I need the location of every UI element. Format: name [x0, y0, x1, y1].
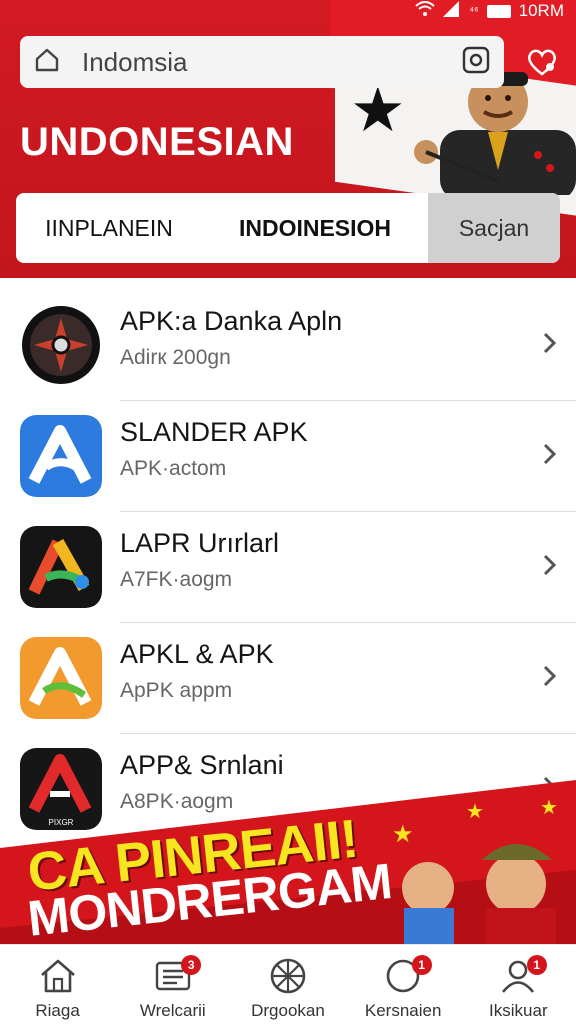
tab-indoinesioh[interactable]: INDOINESIOH [202, 193, 428, 263]
header: ★ ⁴⁶ 10RM Indomsia UNDONESIAN IINPLANEIN… [0, 0, 576, 278]
star-icon: ★ [466, 799, 484, 823]
tab-bar: IINPLANEIN INDOINESIOH Sacjan [16, 193, 560, 263]
nav-label: Drgookan [251, 1001, 325, 1020]
notification-badge: 1 [526, 955, 547, 975]
search-input[interactable]: Indomsia [82, 47, 462, 78]
notification-badge: 3 [181, 955, 202, 975]
nav-label: Riaga [35, 1001, 80, 1020]
nav-item-wrelcarii[interactable]: 3 Wrelcarii [115, 945, 230, 1024]
star-icon: ★ [540, 795, 558, 819]
nav-item-kersnaien[interactable]: 1 Kersnaien [346, 945, 461, 1024]
list-item[interactable]: LAPR Urırlarl A7FK·aogm [0, 512, 576, 623]
app-subtitle: Adirк 200gn [120, 346, 231, 369]
signal-label: ⁴⁶ [469, 5, 479, 17]
app-name: LAPR Urırlarl [120, 528, 280, 558]
home-icon [40, 959, 75, 993]
app-subtitle: A7FK·aogm [120, 568, 233, 591]
nav-label: Kersnaien [364, 1001, 442, 1020]
home-outline-icon [34, 47, 60, 78]
nav-item-iksikuar[interactable]: 1 Iksikuar [461, 945, 576, 1024]
chevron-right-icon [543, 554, 557, 576]
app-name: APKL & APK [120, 639, 274, 669]
favorite-button[interactable] [518, 40, 566, 84]
wifi-icon [415, 0, 436, 22]
clock: 10RM [518, 1, 564, 20]
chevron-right-icon [543, 665, 557, 687]
nav-item-drgookan[interactable]: Drgookan [230, 945, 345, 1024]
wheel-icon [270, 958, 306, 994]
app-name: APP& Srnlani [120, 750, 284, 780]
rainbow-a-icon [20, 526, 102, 608]
status-bar: ⁴⁶ 10RM [415, 0, 564, 22]
app-name: SLANDER APK [120, 417, 308, 447]
signal-icon [443, 0, 461, 22]
page-title: UNDONESIAN [20, 120, 294, 164]
battery-icon [486, 4, 511, 18]
nav-label: Iksikuar [489, 1001, 548, 1020]
heart-icon [528, 49, 556, 76]
list-item[interactable]: SLANDER APK APK·actom [0, 401, 576, 512]
list-item[interactable]: APKL & APK ApPK appm [0, 623, 576, 734]
compass-badge-icon [20, 304, 102, 386]
nav-label: Wrelcarii [139, 1001, 206, 1020]
camera-icon[interactable] [462, 46, 490, 79]
bottom-nav: Riaga 3 Wrelcarii Drgookan 1 Kersnaien 1… [0, 944, 576, 1024]
star-icon: ★ [350, 76, 406, 145]
tab-inplanein[interactable]: IINPLANEIN [16, 193, 202, 263]
app-list: APK:a Danka Apln Adirк 200gn SLANDER APK… [0, 290, 576, 845]
chevron-right-icon [543, 443, 557, 465]
app-subtitle: ApPK appm [120, 679, 233, 702]
search-bar[interactable]: Indomsia [20, 36, 504, 88]
app-subtitle: APK·actom [120, 457, 227, 480]
notification-badge: 1 [411, 955, 432, 975]
app-name: APK:a Danka Apln [120, 306, 343, 336]
tab-sacjan[interactable]: Sacjan [428, 193, 560, 263]
orange-a-icon [20, 637, 102, 719]
nav-item-riaga[interactable]: Riaga [0, 945, 115, 1024]
blue-a-icon [20, 415, 102, 497]
star-icon: ★ [392, 820, 414, 848]
list-item[interactable]: APK:a Danka Apln Adirк 200gn [0, 290, 576, 401]
chevron-right-icon [543, 332, 557, 354]
